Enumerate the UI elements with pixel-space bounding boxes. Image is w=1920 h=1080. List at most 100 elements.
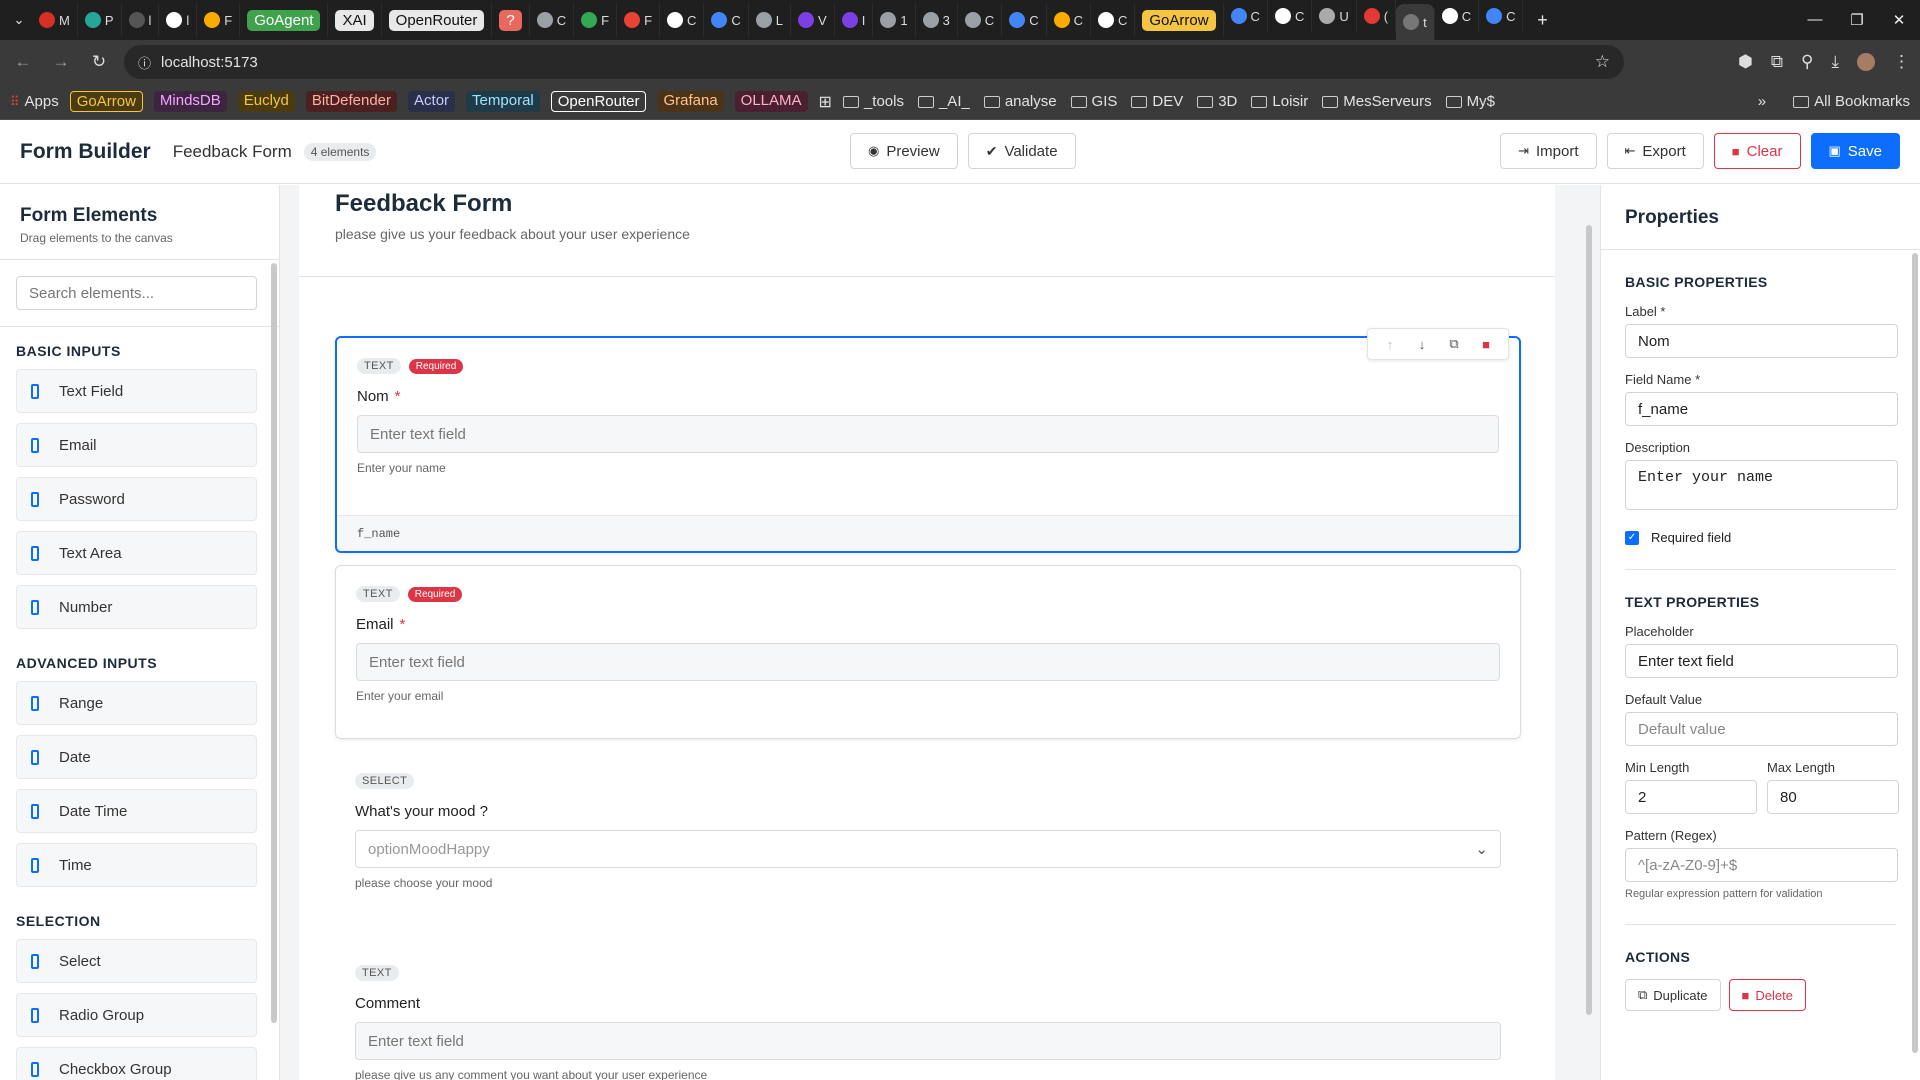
form-field-email[interactable]: TEXT Required Email * Enter text field En… bbox=[335, 565, 1521, 739]
bookmark-mindsdb[interactable]: MindsDB bbox=[153, 91, 227, 112]
text-input-preview[interactable]: Enter text field bbox=[355, 1022, 1501, 1060]
export-button[interactable]: ⇤ Export bbox=[1606, 133, 1704, 169]
search-elements-input[interactable]: Search elements... bbox=[16, 276, 257, 310]
new-tab-icon[interactable]: + bbox=[1529, 6, 1555, 34]
sidebar-scrollbar[interactable] bbox=[271, 263, 277, 1023]
checkbox-checked-icon[interactable]: ✓ bbox=[1625, 530, 1639, 545]
browser-tab[interactable]: ( bbox=[1357, 0, 1397, 32]
element-select[interactable]: Select bbox=[16, 939, 257, 983]
reload-icon[interactable]: ↻ bbox=[86, 52, 112, 72]
browser-tab[interactable]: GoArrow bbox=[1135, 4, 1224, 36]
element-date-time[interactable]: Date Time bbox=[16, 789, 257, 833]
browser-tab[interactable]: C bbox=[1002, 4, 1047, 36]
browser-tab[interactable]: l bbox=[159, 4, 198, 36]
element-password[interactable]: Password bbox=[16, 477, 257, 521]
field-name-input[interactable]: f_name bbox=[1625, 392, 1898, 426]
delete-button[interactable]: ■ Delete bbox=[1728, 979, 1806, 1011]
browser-tab[interactable]: XAI bbox=[328, 4, 382, 36]
close-window-icon[interactable]: ✕ bbox=[1878, 11, 1920, 29]
browser-tab[interactable]: GoAgent bbox=[240, 4, 329, 36]
required-checkbox-row[interactable]: ✓ Required field bbox=[1625, 530, 1896, 545]
bookmark-grafana[interactable]: Grafana bbox=[657, 91, 724, 112]
all-bookmarks[interactable]: All Bookmarks bbox=[1793, 93, 1910, 110]
bookmark-folder[interactable]: DEV bbox=[1131, 93, 1183, 110]
element-text-field[interactable]: Text Field bbox=[16, 369, 257, 413]
browser-tab[interactable]: P bbox=[78, 4, 122, 36]
back-icon[interactable]: ← bbox=[10, 52, 36, 72]
move-down-icon[interactable]: ↓ bbox=[1406, 337, 1438, 352]
bookmark-temporal[interactable]: Temporal bbox=[466, 91, 540, 112]
element-text-area[interactable]: Text Area bbox=[16, 531, 257, 575]
placeholder-input[interactable]: Enter text field bbox=[1625, 644, 1898, 678]
bookmark-bitdefender[interactable]: BitDefender bbox=[305, 91, 398, 112]
bookmark-openrouter[interactable]: OpenRouter bbox=[550, 91, 647, 112]
element-date[interactable]: Date bbox=[16, 735, 257, 779]
bookmark-folder[interactable]: MesServeurs bbox=[1322, 93, 1432, 110]
browser-tab[interactable]: OpenRouter bbox=[382, 4, 493, 36]
browser-tab[interactable]: C bbox=[530, 4, 575, 36]
browser-tab[interactable]: C bbox=[1479, 0, 1524, 32]
element-checkbox-group[interactable]: Checkbox Group bbox=[16, 1047, 257, 1080]
bookmark-actor[interactable]: Actor bbox=[408, 91, 456, 112]
browser-tab[interactable]: ? bbox=[492, 4, 530, 36]
browser-tab[interactable]: U bbox=[1312, 0, 1357, 32]
browser-tab[interactable]: C bbox=[1091, 4, 1136, 36]
bookmark-folder[interactable]: Loisir bbox=[1251, 93, 1308, 110]
browser-tab[interactable]: C bbox=[1224, 0, 1268, 32]
minimize-icon[interactable]: — bbox=[1794, 11, 1836, 29]
save-button[interactable]: ▣ Save bbox=[1810, 133, 1900, 169]
text-input-preview[interactable]: Enter text field bbox=[357, 415, 1499, 453]
min-length-input[interactable]: 2 bbox=[1625, 780, 1757, 814]
browser-tab[interactable]: C bbox=[1435, 0, 1480, 32]
menu-icon[interactable]: ⋮ bbox=[1893, 52, 1910, 72]
bookmark-folder[interactable]: My$ bbox=[1445, 93, 1495, 110]
element-range[interactable]: Range bbox=[16, 681, 257, 725]
element-radio-group[interactable]: Radio Group bbox=[16, 993, 257, 1037]
browser-tab[interactable]: V bbox=[791, 4, 835, 36]
canvas-scrollbar[interactable] bbox=[1586, 225, 1592, 1015]
move-up-icon[interactable]: ↑ bbox=[1374, 337, 1406, 352]
default-value-input[interactable]: Default value bbox=[1625, 712, 1898, 746]
bookmark-folder[interactable]: _AI_ bbox=[917, 93, 970, 110]
form-field-nom[interactable]: ↑ ↓ ⧉ ■ TEXT Required Nom * Enter text fi… bbox=[335, 328, 1521, 553]
form-field-mood[interactable]: SELECT What's your mood ? optionMoodHapp… bbox=[335, 753, 1521, 910]
download-icon[interactable]: ⤓ bbox=[1831, 52, 1839, 72]
text-input-preview[interactable]: Enter text field bbox=[356, 643, 1500, 681]
max-length-input[interactable]: 80 bbox=[1767, 780, 1899, 814]
description-textarea[interactable]: Enter your name bbox=[1625, 460, 1898, 510]
maximize-icon[interactable]: ❐ bbox=[1836, 11, 1878, 29]
browser-tab[interactable]: t bbox=[1396, 4, 1435, 40]
browser-tab[interactable]: L bbox=[749, 4, 792, 36]
select-preview[interactable]: optionMoodHappy ⌄ bbox=[355, 830, 1501, 868]
browser-tab[interactable]: I bbox=[835, 4, 874, 36]
element-email[interactable]: Email bbox=[16, 423, 257, 467]
label-input[interactable]: Nom bbox=[1625, 324, 1898, 358]
bookmark-ollama[interactable]: OLLAMA bbox=[734, 91, 808, 112]
browser-tab[interactable]: C bbox=[704, 4, 749, 36]
forward-icon[interactable]: → bbox=[48, 52, 74, 72]
duplicate-button[interactable]: ⧉ Duplicate bbox=[1625, 979, 1721, 1011]
apps-bookmark[interactable]: ⠿ Apps bbox=[10, 93, 59, 110]
browser-tab[interactable]: C bbox=[1268, 0, 1313, 32]
browser-tab[interactable]: F bbox=[617, 4, 661, 36]
browser-tab[interactable]: C bbox=[660, 4, 705, 36]
profile-avatar[interactable] bbox=[1857, 53, 1875, 71]
duplicate-icon[interactable]: ⧉ bbox=[1438, 336, 1470, 352]
clear-button[interactable]: ■ Clear bbox=[1713, 133, 1801, 169]
bookmark-folder[interactable]: GIS bbox=[1070, 93, 1117, 110]
browser-tab[interactable]: 1 bbox=[873, 4, 916, 36]
browser-tab[interactable]: 3 bbox=[916, 4, 958, 36]
url-field[interactable]: ⓘ localhost:5173 ☆ bbox=[124, 45, 1624, 79]
browser-tab[interactable]: F bbox=[574, 4, 618, 36]
bookmark-folder[interactable]: 3D bbox=[1197, 93, 1237, 110]
browser-tab[interactable]: C bbox=[1047, 4, 1091, 36]
browser-tab[interactable]: M bbox=[32, 4, 78, 36]
properties-scrollbar[interactable] bbox=[1912, 253, 1918, 1053]
browser-tab[interactable]: C bbox=[958, 4, 1003, 36]
tab-search-icon[interactable]: ⌄ bbox=[6, 6, 32, 34]
browser-tab[interactable]: l bbox=[122, 4, 160, 36]
pattern-input[interactable]: ^[a-zA-Z0-9]+$ bbox=[1625, 848, 1898, 882]
extensions-puzzle-icon[interactable]: ⧉ bbox=[1771, 52, 1783, 72]
bookmark-euclyd[interactable]: Euclyd bbox=[237, 91, 295, 112]
bookmark-folder[interactable]: analyse bbox=[983, 93, 1057, 110]
